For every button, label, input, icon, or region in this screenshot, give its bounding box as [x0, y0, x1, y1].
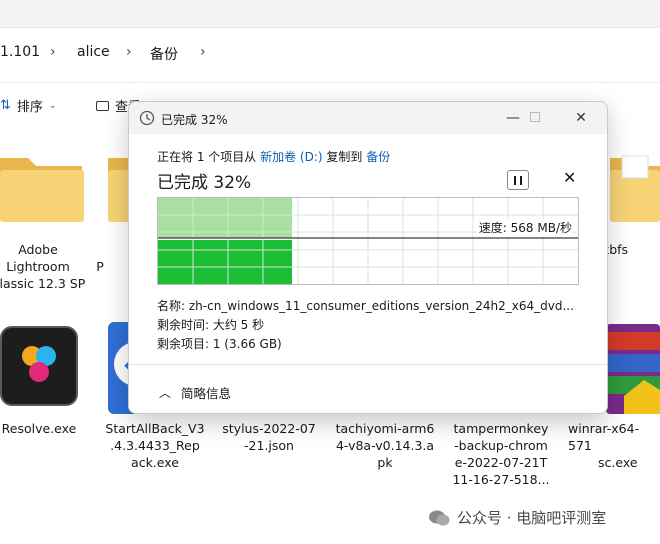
dialog-divider	[129, 364, 607, 365]
status-middle: 复制到	[322, 150, 367, 164]
file-name-text: 名称: zh-cn_windows_11_consumer_editions_v…	[157, 299, 574, 313]
watermark-text: 公众号 · 电脑吧评测室	[457, 509, 607, 527]
davinci-resolve-icon[interactable]	[0, 326, 78, 406]
wechat-icon	[429, 510, 450, 525]
file-item[interactable]: StartAllBack_V3 .4.3.4433_Rep ack.exe	[100, 420, 210, 471]
details-label: 简略信息	[181, 386, 232, 401]
details-toggle[interactable]: ︿ 简略信息	[159, 383, 231, 402]
file-name-line: winrar-x64-571	[568, 421, 640, 453]
speed-graph: 速度: 568 MB/秒	[157, 197, 579, 285]
watermark: 公众号 · 电脑吧评测室	[428, 507, 606, 528]
file-name-line: 4-v8a-v0.14.3.a	[335, 438, 435, 453]
file-name-line: -21.json	[244, 438, 294, 453]
file-name-line: Classic 12.3 SP	[0, 276, 86, 291]
file-name-line: Resolve.exe	[1, 421, 77, 436]
file-item[interactable]: tachiyomi-arm6 4-v8a-v0.14.3.a pk	[330, 420, 440, 471]
file-item[interactable]: tampermonkey -backup-chrom e-2022-07-21T…	[446, 420, 556, 488]
dialog-titlebar[interactable]: 已完成 32% — ✕	[129, 102, 607, 134]
file-name-line: e-2022-07-21T	[454, 455, 548, 470]
breadcrumb-item[interactable]: 备份	[150, 44, 178, 64]
sort-button[interactable]: ⇅ 排序 ⌄	[0, 96, 56, 115]
source-link[interactable]: 新加卷 (D:)	[260, 150, 322, 164]
dialog-title: 已完成 32%	[161, 113, 228, 127]
file-name-line: ack.exe	[131, 455, 179, 470]
file-item[interactable]: stylus-2022-07 -21.json	[214, 420, 324, 454]
breadcrumb-item[interactable]: 1.101	[0, 44, 40, 60]
file-name-line: 11-16-27-518...	[452, 472, 550, 487]
graph-throughput-area	[158, 240, 292, 284]
file-name-line: pk	[377, 455, 393, 470]
chevron-right-icon: ›	[50, 44, 56, 60]
pause-button[interactable]	[507, 170, 529, 190]
pause-icon-bar	[520, 176, 522, 185]
folder-icon[interactable]	[606, 150, 660, 222]
sort-icon: ⇅	[0, 98, 11, 113]
chevron-right-icon: ›	[200, 44, 206, 60]
window-top-strip	[0, 0, 660, 28]
file-name-line: tampermonkey	[453, 421, 549, 436]
sort-label: 排序	[16, 100, 43, 115]
file-name-line: -backup-chrom	[454, 438, 548, 453]
copy-progress-dialog: 已完成 32% — ✕ 正在将 1 个项目从 新加卷 (D:) 复制到 备份 已…	[128, 101, 608, 414]
file-item[interactable]: winrar-x64-571 sc.exe	[560, 420, 660, 471]
file-name-line: Adobe	[18, 242, 58, 257]
breadcrumb-item[interactable]: alice	[77, 44, 110, 60]
file-name-line: StartAllBack_V3	[105, 421, 205, 436]
progress-percent-text: 已完成 32%	[157, 173, 252, 193]
file-name-line: tachiyomi-arm6	[335, 421, 435, 436]
chevron-down-icon: ⌄	[48, 100, 57, 111]
folder-icon[interactable]	[0, 150, 84, 222]
chevron-up-icon: ︿	[159, 386, 172, 400]
speed-label: 速度: 568 MB/秒	[476, 219, 572, 236]
minimize-icon[interactable]: —	[501, 108, 525, 128]
time-remaining-text: 剩余时间: 大约 5 秒	[157, 318, 265, 332]
file-name-line: sc.exe	[598, 455, 638, 470]
winrar-icon[interactable]	[606, 324, 660, 414]
pause-icon-bar	[514, 176, 516, 185]
resolve-logo-icon	[22, 346, 56, 382]
file-name-line: P	[96, 259, 104, 274]
address-bar[interactable]: 1.101 › alice › 备份 ›	[0, 32, 660, 74]
file-item[interactable]: Resolve.exe	[0, 420, 94, 437]
maximize-icon[interactable]	[523, 108, 547, 128]
items-remaining-text: 剩余项目: 1 (3.66 GB)	[157, 337, 282, 351]
chevron-right-icon: ›	[126, 44, 132, 60]
winrar-books-icon	[606, 332, 660, 414]
file-name-line: stylus-2022-07	[222, 421, 316, 436]
cancel-copy-icon[interactable]: ✕	[563, 168, 576, 187]
close-icon[interactable]: ✕	[569, 108, 593, 128]
file-item[interactable]: P	[70, 258, 130, 275]
clock-icon	[139, 110, 155, 126]
speed-graph-canvas	[158, 198, 578, 284]
view-icon	[96, 100, 109, 111]
copy-status: 正在将 1 个项目从 新加卷 (D:) 复制到 备份	[157, 148, 390, 165]
destination-link[interactable]: 备份	[366, 150, 390, 164]
toolbar-divider	[0, 82, 660, 83]
status-prefix: 正在将 1 个项目从	[157, 150, 261, 164]
file-name-line: .4.3.4433_Rep	[110, 438, 200, 453]
